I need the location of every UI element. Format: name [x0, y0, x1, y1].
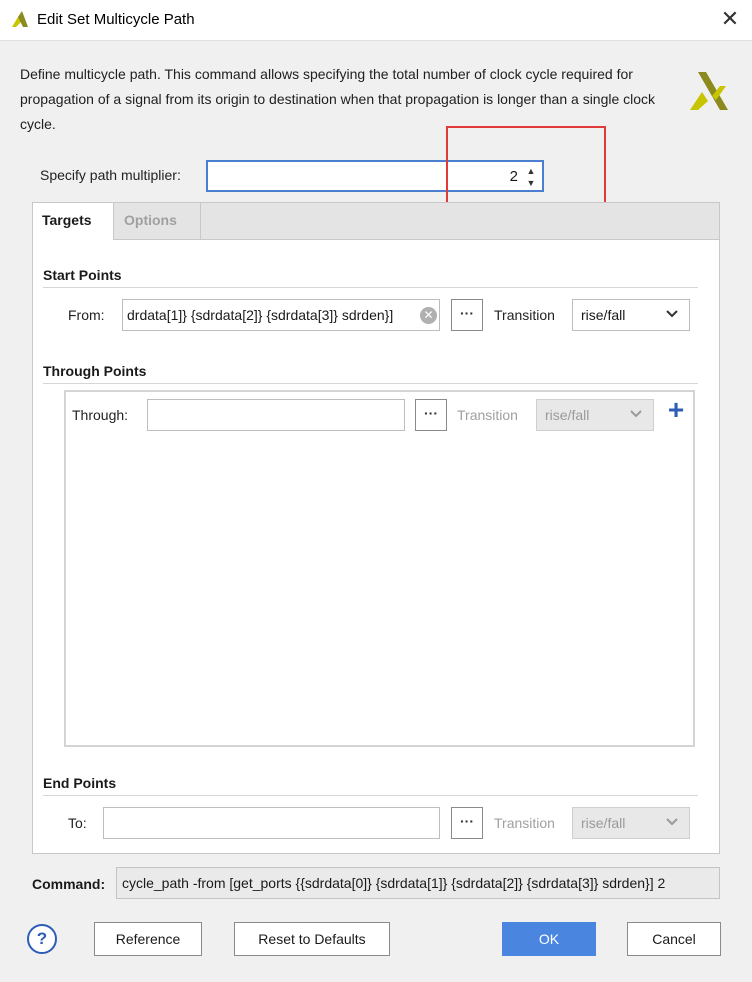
from-label: From:	[68, 307, 105, 323]
command-label: Command:	[32, 876, 106, 892]
from-transition-value: rise/fall	[581, 307, 626, 323]
start-points-heading: Start Points	[43, 267, 122, 283]
to-browse-button[interactable]: ···	[451, 807, 483, 839]
tab-targets-label: Targets	[42, 212, 92, 228]
through-input[interactable]	[147, 399, 405, 431]
through-label: Through:	[72, 407, 129, 423]
chevron-down-icon	[666, 310, 678, 318]
from-value: drdata[1]} {sdrdata[2]} {sdrdata[3]} sdr…	[127, 307, 394, 323]
start-points-divider	[43, 287, 698, 288]
cancel-button[interactable]: Cancel	[627, 922, 721, 956]
to-input[interactable]	[103, 807, 440, 839]
from-browse-button[interactable]: ···	[451, 299, 483, 331]
command-text: cycle_path -from [get_ports {{sdrdata[0]…	[122, 875, 666, 891]
tab-targets[interactable]: Targets	[33, 203, 114, 240]
close-icon[interactable]: ✕	[716, 6, 744, 32]
tab-options-label: Options	[124, 212, 177, 228]
to-transition-label: Transition	[494, 815, 555, 831]
tab-options[interactable]: Options	[114, 203, 201, 239]
from-input[interactable]: drdata[1]} {sdrdata[2]} {sdrdata[3]} sdr…	[122, 299, 440, 331]
clear-icon[interactable]: ✕	[420, 307, 437, 324]
add-through-point-icon[interactable]: +	[664, 396, 688, 424]
multiplier-label: Specify path multiplier:	[40, 167, 181, 183]
to-transition-select[interactable]: rise/fall	[572, 807, 690, 839]
from-transition-select[interactable]: rise/fall	[572, 299, 690, 331]
to-label: To:	[68, 815, 87, 831]
command-preview[interactable]: cycle_path -from [get_ports {{sdrdata[0]…	[116, 867, 720, 899]
from-transition-label: Transition	[494, 307, 555, 323]
through-points-divider	[43, 383, 698, 384]
app-logo-icon	[12, 11, 28, 27]
through-points-heading: Through Points	[43, 363, 147, 379]
through-transition-select[interactable]: rise/fall	[536, 399, 654, 431]
through-transition-value: rise/fall	[545, 407, 590, 423]
end-points-divider	[43, 795, 698, 796]
ok-button[interactable]: OK	[502, 922, 596, 956]
end-points-heading: End Points	[43, 775, 117, 791]
through-browse-button[interactable]: ···	[415, 399, 447, 431]
chevron-down-icon	[666, 818, 678, 826]
to-transition-value: rise/fall	[581, 815, 626, 831]
help-icon[interactable]: ?	[27, 924, 57, 954]
reset-to-defaults-button[interactable]: Reset to Defaults	[234, 922, 390, 956]
reference-button[interactable]: Reference	[94, 922, 202, 956]
xilinx-logo-icon	[690, 72, 728, 110]
through-points-list	[64, 390, 695, 747]
chevron-down-icon	[630, 410, 642, 418]
window-title: Edit Set Multicycle Path	[37, 11, 195, 28]
through-transition-label: Transition	[457, 407, 518, 423]
